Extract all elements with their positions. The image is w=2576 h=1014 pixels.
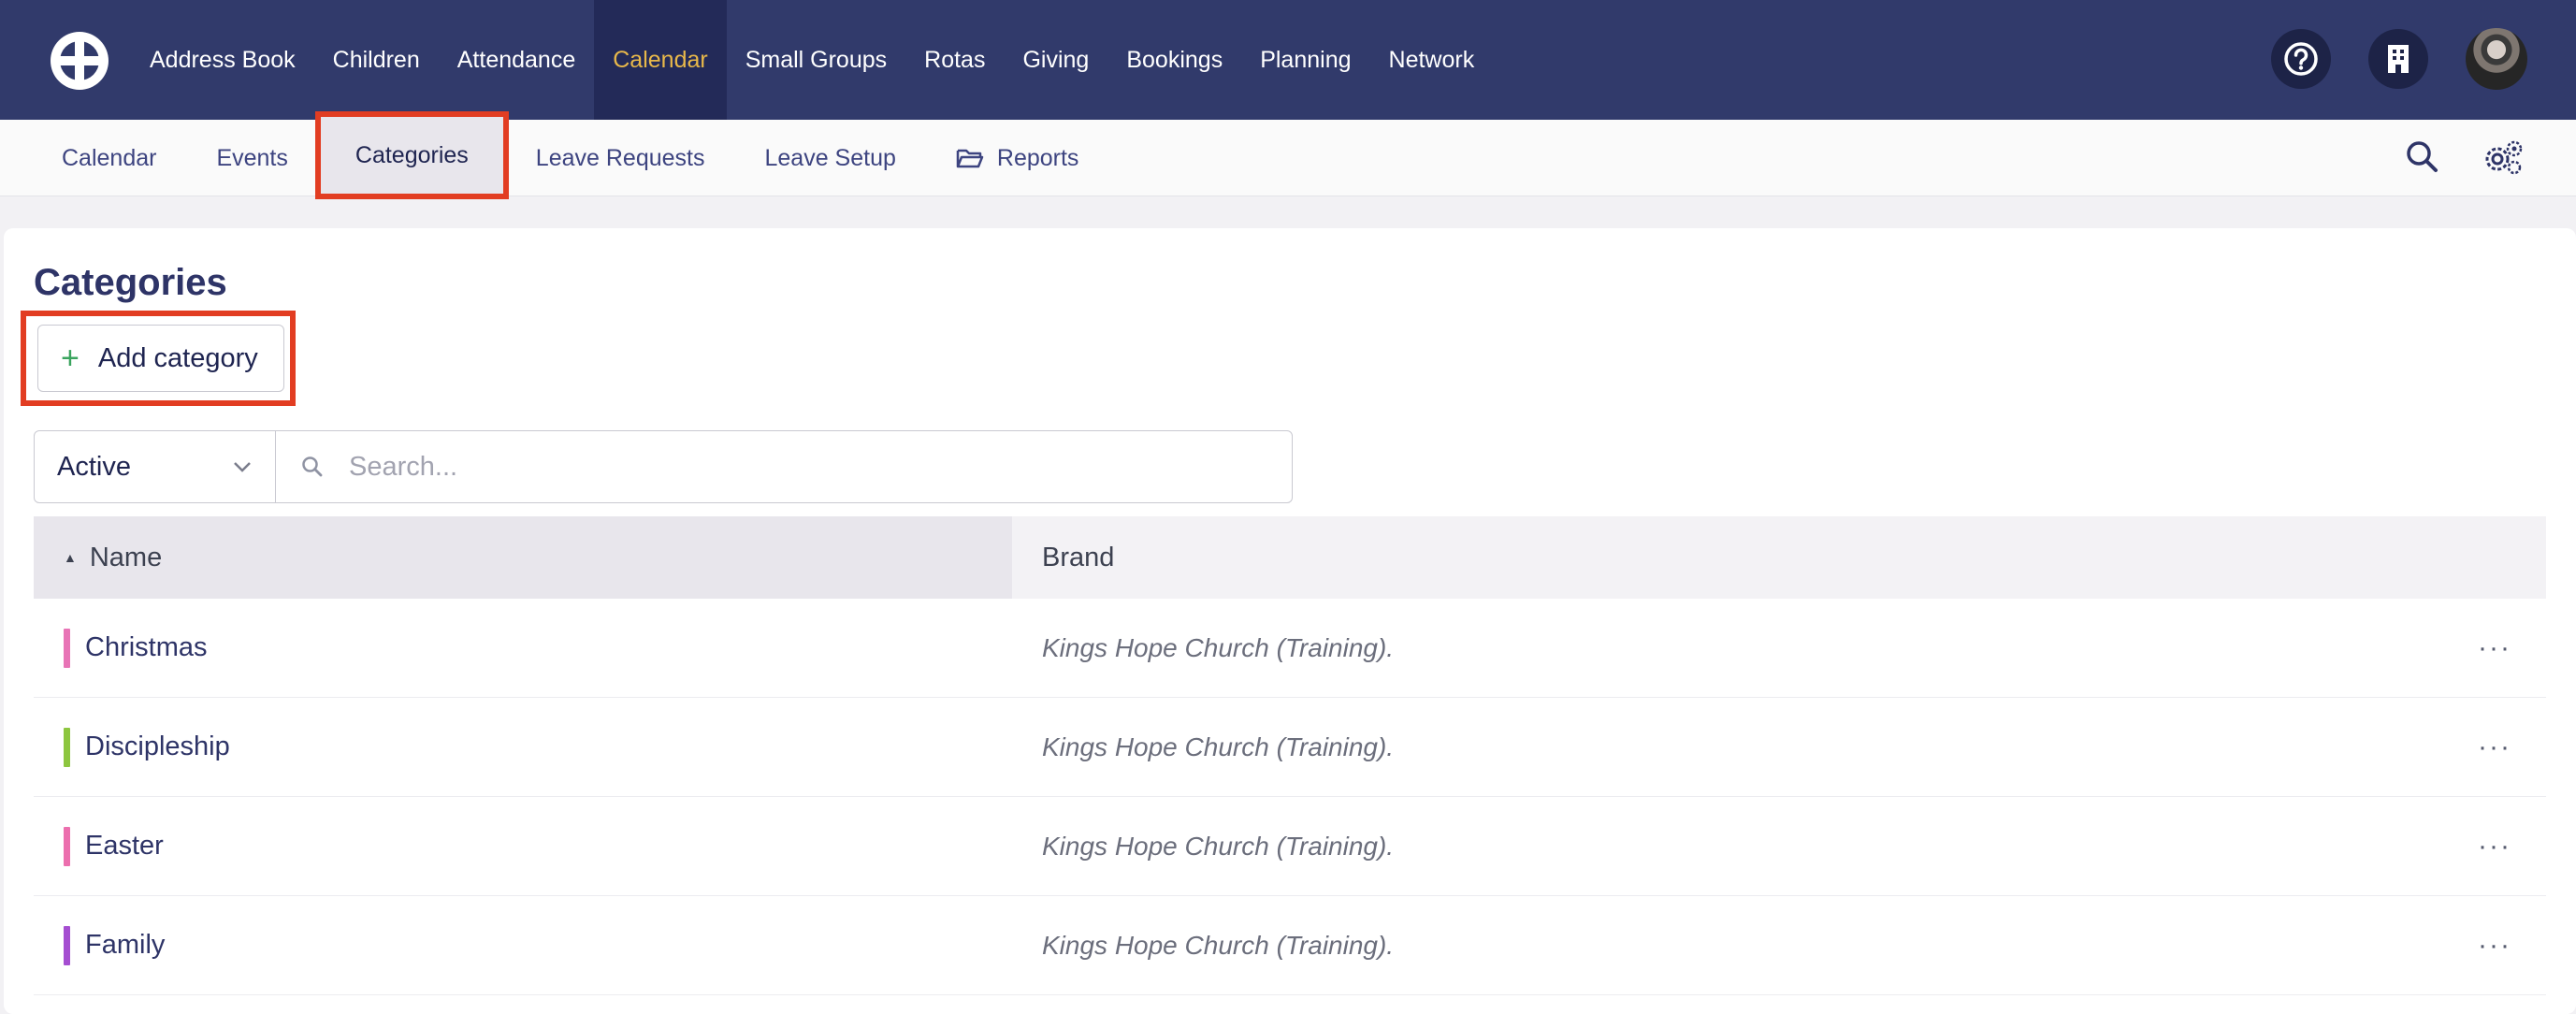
nav-planning[interactable]: Planning: [1241, 0, 1369, 120]
category-color-swatch: [64, 925, 70, 965]
nav-children[interactable]: Children: [314, 0, 439, 120]
settings-gears-icon[interactable]: [2482, 138, 2524, 176]
column-brand-label: Brand: [1042, 542, 1115, 572]
add-category-button[interactable]: + Add category: [37, 325, 284, 392]
nav-calendar[interactable]: Calendar: [594, 0, 727, 120]
category-brand: Kings Hope Church (Training).: [1042, 732, 1395, 761]
search-input[interactable]: Search...: [276, 431, 1292, 502]
row-more-icon[interactable]: ···: [2443, 831, 2546, 862]
calendar-submenu: Calendar Events Categories Leave Request…: [32, 111, 1109, 199]
tab-leave-setup[interactable]: Leave Setup: [734, 120, 925, 196]
category-name[interactable]: Christmas: [85, 632, 208, 663]
column-name-label: Name: [89, 542, 163, 572]
table-header: ▲ Name Brand: [34, 516, 2546, 599]
building-icon: [2388, 45, 2409, 73]
category-color-swatch: [64, 628, 70, 668]
top-right-actions: [2234, 28, 2527, 90]
category-name[interactable]: Easter: [85, 831, 164, 862]
nav-small-groups[interactable]: Small Groups: [727, 0, 905, 120]
add-category-highlight: + Add category: [21, 311, 296, 406]
category-name[interactable]: Family: [85, 930, 165, 961]
search-input-icon: [302, 456, 323, 477]
category-brand: Kings Hope Church (Training).: [1042, 632, 1395, 662]
category-brand: Kings Hope Church (Training).: [1042, 831, 1395, 861]
add-category-label: Add category: [97, 342, 258, 373]
tab-events[interactable]: Events: [186, 120, 317, 196]
tab-calendar[interactable]: Calendar: [32, 120, 186, 196]
category-name[interactable]: Discipleship: [85, 732, 230, 762]
search-placeholder: Search...: [349, 451, 458, 482]
table-row[interactable]: Family Kings Hope Church (Training). ···: [34, 896, 2546, 995]
nav-attendance[interactable]: Attendance: [439, 0, 595, 120]
sort-ascending-icon: ▲: [64, 550, 77, 565]
tab-reports[interactable]: Reports: [926, 120, 1109, 196]
category-name-cell[interactable]: Discipleship: [34, 727, 1012, 767]
table-row[interactable]: Easter Kings Hope Church (Training). ···: [34, 797, 2546, 896]
status-select[interactable]: Active: [35, 431, 276, 502]
folder-open-icon: [956, 149, 984, 168]
nav-address-book[interactable]: Address Book: [131, 0, 314, 120]
help-icon: [2284, 42, 2318, 76]
category-color-swatch: [64, 727, 70, 767]
plus-icon: +: [61, 340, 80, 376]
categories-card: Categories + Add category Active Search.…: [4, 228, 2576, 1014]
organisation-button[interactable]: [2368, 29, 2428, 89]
main-menu: Address Book Children Attendance Calenda…: [131, 0, 1493, 120]
status-select-value: Active: [57, 451, 131, 482]
column-brand-header[interactable]: Brand: [1012, 516, 2546, 599]
category-name-cell[interactable]: Easter: [34, 826, 1012, 866]
column-name-header[interactable]: ▲ Name: [34, 516, 1012, 599]
sub-navigation-bar: Calendar Events Categories Leave Request…: [0, 111, 2576, 199]
nav-giving[interactable]: Giving: [1004, 0, 1107, 120]
nav-rotas[interactable]: Rotas: [905, 0, 1004, 120]
row-more-icon[interactable]: ···: [2443, 930, 2546, 962]
category-name-cell[interactable]: Family: [34, 925, 1012, 965]
category-brand: Kings Hope Church (Training).: [1042, 930, 1395, 960]
row-more-icon[interactable]: ···: [2443, 632, 2546, 664]
filter-bar: Active Search...: [34, 430, 1293, 503]
row-more-icon[interactable]: ···: [2443, 732, 2546, 763]
table-row[interactable]: Discipleship Kings Hope Church (Training…: [34, 698, 2546, 797]
table-row[interactable]: Christmas Kings Hope Church (Training). …: [34, 599, 2546, 698]
chevron-down-icon: [234, 462, 251, 472]
sub-right-actions: [2363, 138, 2524, 176]
search-icon[interactable]: [2404, 138, 2441, 176]
category-name-cell[interactable]: Christmas: [34, 628, 1012, 668]
categories-table: ▲ Name Brand Christmas Kings Hope Church…: [34, 516, 2546, 995]
page-title: Categories: [34, 262, 227, 303]
church-logo-icon[interactable]: [49, 30, 110, 92]
tab-leave-requests[interactable]: Leave Requests: [506, 120, 735, 196]
category-color-swatch: [64, 826, 70, 866]
tab-reports-label: Reports: [996, 144, 1079, 171]
tab-categories[interactable]: Categories: [314, 111, 509, 199]
top-navigation-bar: Address Book Children Attendance Calenda…: [0, 0, 2576, 120]
user-avatar[interactable]: [2466, 28, 2527, 90]
nav-network[interactable]: Network: [1370, 0, 1494, 120]
nav-bookings[interactable]: Bookings: [1107, 0, 1241, 120]
help-button[interactable]: [2271, 29, 2331, 89]
